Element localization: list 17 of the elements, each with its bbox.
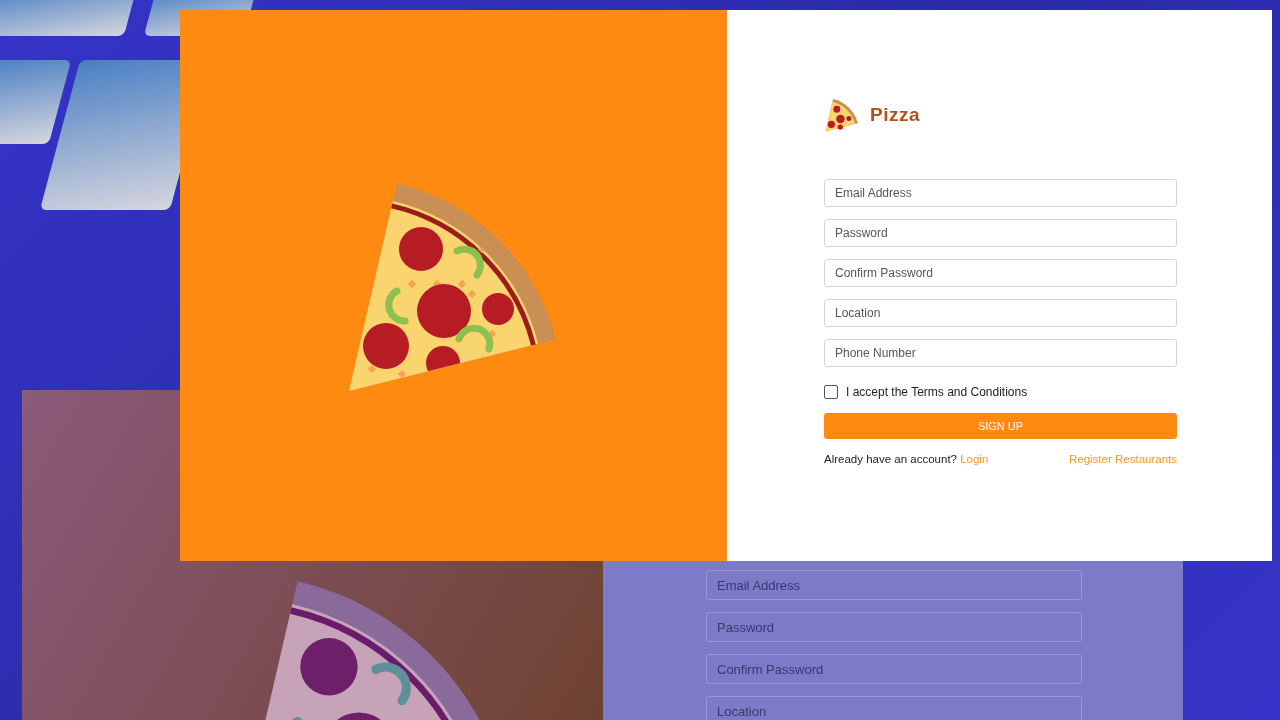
text-field[interactable]: Email Address [824,179,1177,207]
text-field[interactable]: Location [706,696,1082,720]
text-field[interactable]: Password [824,219,1177,247]
account-prompt: Already have an account? [824,453,957,465]
sign-up-button[interactable]: SIGN UP [824,413,1177,439]
text-field[interactable]: Password [706,612,1082,642]
text-field[interactable]: Phone Number [824,339,1177,367]
terms-label: I accept the Terms and Conditions [846,385,1028,399]
brand-name: Pizza [870,104,921,126]
text-field[interactable]: Location [824,299,1177,327]
text-field[interactable]: Email Address [706,570,1082,600]
login-link[interactable]: Login [960,453,989,465]
pizza-logo-icon [824,97,860,133]
text-field[interactable]: Confirm Password [824,259,1177,287]
terms-checkbox[interactable] [824,385,838,399]
register-restaurants-link[interactable]: Register Restaurants [1068,453,1177,465]
text-field[interactable]: Confirm Password [706,654,1082,684]
